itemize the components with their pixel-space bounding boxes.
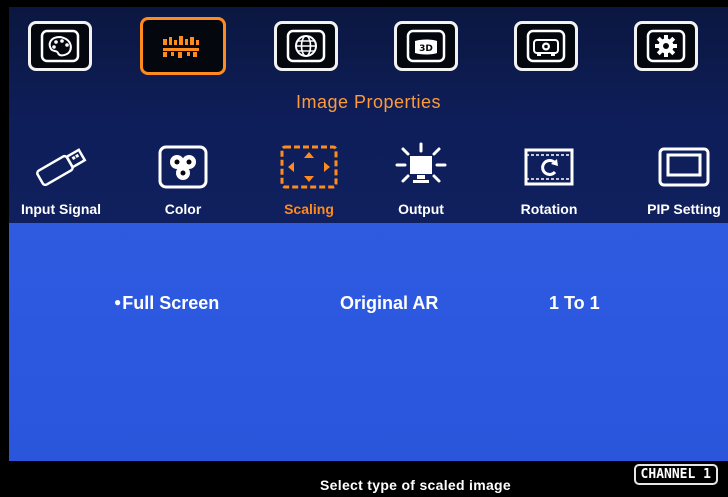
- image-properties-icon: [157, 31, 209, 61]
- rotation-icon: [494, 141, 604, 193]
- usb-icon: [6, 141, 116, 193]
- sub-label-output: Output: [398, 201, 444, 217]
- sub-item-pip-setting[interactable]: PIP Setting: [629, 141, 728, 217]
- sub-label-scaling: Scaling: [284, 201, 334, 217]
- status-bar: Select type of scaled image CHANNEL 1: [9, 461, 728, 497]
- option-label: Full Screen: [122, 293, 220, 313]
- option-original-ar[interactable]: Original AR: [340, 293, 438, 314]
- gear-icon: [646, 29, 686, 63]
- sub-item-scaling[interactable]: Scaling: [254, 141, 364, 217]
- scaling-icon: [254, 141, 364, 193]
- sub-label-input-signal: Input Signal: [20, 201, 102, 217]
- svg-text:3D: 3D: [419, 44, 433, 54]
- pip-icon: [629, 141, 728, 193]
- hint-text: Select type of scaled image: [320, 477, 511, 493]
- palette-icon: [40, 29, 80, 63]
- sub-label-color: Color: [164, 201, 202, 217]
- option-1-to-1[interactable]: 1 To 1: [549, 293, 600, 314]
- tab-settings[interactable]: [634, 21, 698, 71]
- sub-item-rotation[interactable]: Rotation: [494, 141, 604, 217]
- selected-bullet: ●: [114, 295, 122, 309]
- tab-globe[interactable]: [274, 21, 338, 71]
- output-icon: [366, 141, 476, 193]
- sub-item-input-signal[interactable]: Input Signal: [6, 141, 116, 217]
- sub-label-pip-setting: PIP Setting: [647, 201, 721, 217]
- sub-item-output[interactable]: Output: [366, 141, 476, 217]
- 3d-icon: 3D: [406, 29, 446, 63]
- menu-header: 3D Image Properties Input Signal Color S…: [9, 7, 728, 223]
- sub-label-rotation: Rotation: [520, 201, 578, 217]
- section-title: Image Properties: [295, 92, 442, 112]
- option-label: Original AR: [340, 293, 439, 313]
- osd-menu: 3D Image Properties Input Signal Color S…: [9, 7, 728, 497]
- tab-3d[interactable]: 3D: [394, 21, 458, 71]
- option-full-screen[interactable]: ●Full Screen: [114, 293, 219, 314]
- option-label: 1 To 1: [549, 293, 600, 313]
- projector-icon: [526, 29, 566, 63]
- tab-image-properties[interactable]: [140, 17, 226, 75]
- scaling-panel: ●Full Screen Original AR 1 To 1: [9, 223, 728, 461]
- channel-badge: CHANNEL 1: [633, 464, 718, 485]
- sub-item-color[interactable]: Color: [128, 141, 238, 217]
- color-icon: [128, 141, 238, 193]
- globe-icon: [286, 29, 326, 63]
- tab-palette[interactable]: [28, 21, 92, 71]
- tab-projector[interactable]: [514, 21, 578, 71]
